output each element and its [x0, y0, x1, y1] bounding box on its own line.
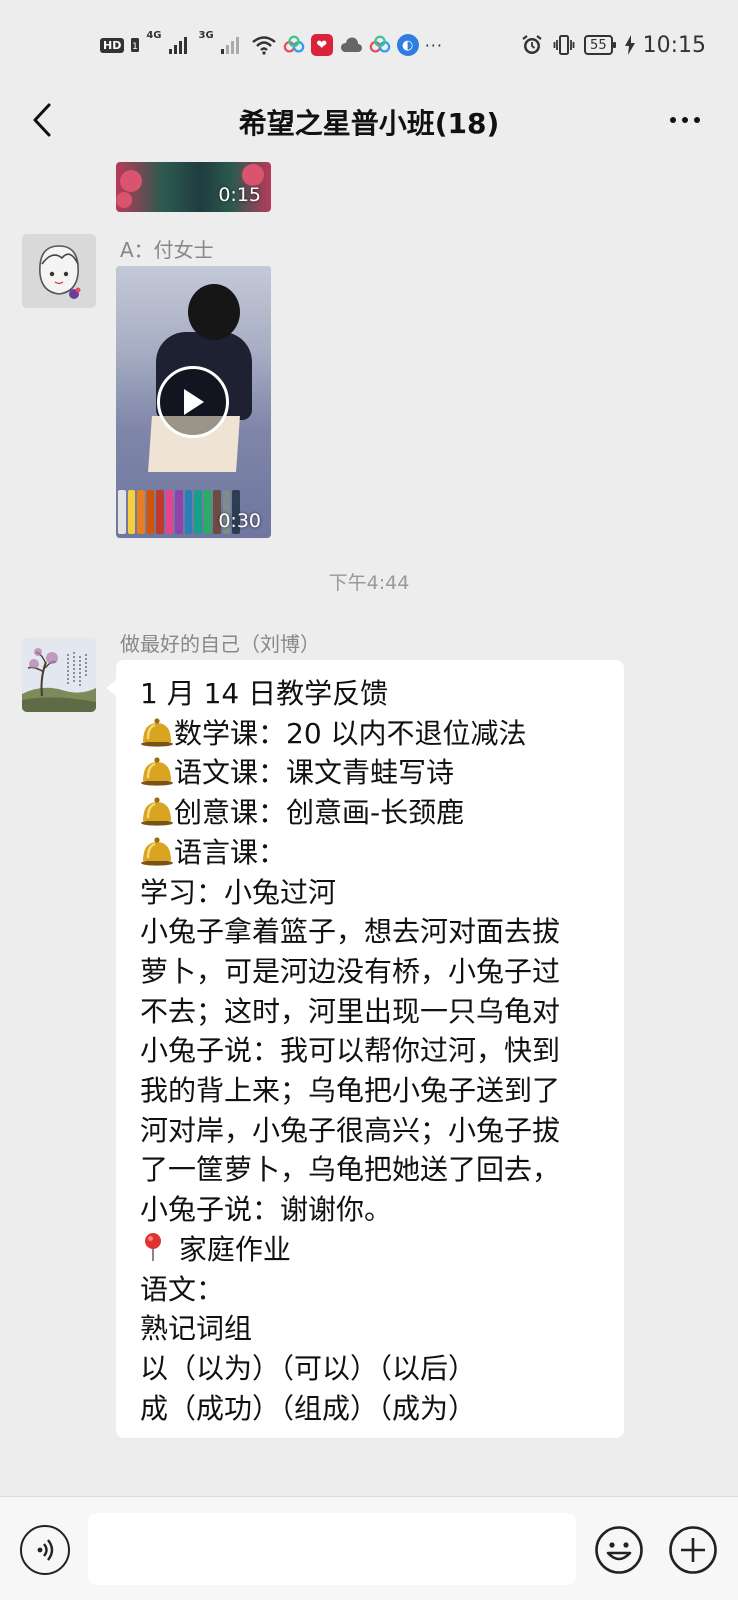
message-line: 萝卜，可是河边没有桥，小兔子过 — [140, 954, 561, 988]
app-icon — [369, 34, 391, 56]
voice-input-button[interactable] — [20, 1525, 70, 1575]
chat-title: 希望之星普小班(18) — [238, 107, 500, 140]
avatar[interactable] — [22, 234, 96, 308]
video-duration: 0:15 — [218, 184, 261, 206]
more-dots-icon: ··· — [424, 35, 443, 55]
hd-icon: HD — [100, 37, 125, 53]
message-line: 小兔子说：我可以帮你过河，快到 — [140, 1034, 561, 1068]
status-bar: HD 1 4G 3G ❤ ◐ ··· 55 10:15 — [0, 0, 738, 92]
avatar-image — [22, 638, 96, 712]
video-thumbnail-decoration — [116, 192, 132, 208]
message-line: 家庭作业 — [140, 1230, 606, 1270]
bell-icon — [141, 837, 173, 866]
more-dot — [670, 117, 676, 123]
video-thumbnail-decoration — [242, 164, 264, 186]
message-line: 不去；这时，河里出现一只乌龟对 — [140, 994, 561, 1028]
message-line: 成（成功）（组成）（成为） — [140, 1391, 477, 1425]
status-right: 55 10:15 — [520, 30, 706, 60]
message-line: 了一筐萝卜，乌龟把她送了回去， — [140, 1153, 561, 1187]
pin-icon — [145, 1232, 161, 1261]
cloud-icon — [339, 37, 363, 53]
video-thumbnail-decoration — [120, 170, 142, 192]
message-line: 数学课：20 以内不退位减法 — [140, 714, 606, 754]
sim1-network-label: 4G — [146, 30, 162, 41]
message-line: 以（以为）（可以）（以后） — [140, 1351, 477, 1385]
avatar[interactable] — [22, 638, 96, 712]
app-icon: ◐ — [396, 34, 419, 56]
sim2-network-label: 3G — [198, 30, 214, 41]
alarm-icon — [520, 33, 544, 57]
video-duration: 0:30 — [218, 510, 261, 532]
text-message-bubble[interactable]: 1 月 14 日教学反馈 数学课：20 以内不退位减法 语文课：课文青蛙写诗 创… — [106, 660, 624, 1439]
app-icon — [283, 34, 305, 56]
bell-icon — [141, 757, 173, 787]
battery-icon: 55 — [584, 35, 616, 55]
sender-name: 做最好的自己（刘博） — [120, 632, 320, 656]
message-line: 语言课： — [140, 833, 606, 873]
message-line: 1 月 14 日教学反馈 — [140, 677, 389, 710]
message-input-bar — [0, 1496, 738, 1600]
wifi-icon — [251, 35, 277, 55]
message-line: 我的背上来；乌龟把小兔子送到了 — [140, 1074, 561, 1108]
svg-text:1: 1 — [132, 42, 138, 52]
bell-icon — [141, 797, 173, 826]
play-icon — [184, 389, 204, 415]
message-line: 语文课：课文青蛙写诗 — [140, 753, 606, 793]
message-line: 创意课：创意画-长颈鹿 — [140, 793, 606, 833]
video-thumbnail-decoration — [188, 284, 240, 340]
emoji-button[interactable] — [594, 1525, 644, 1575]
emoji-icon — [595, 1526, 643, 1574]
status-left: HD 1 4G 3G ❤ ◐ ··· — [100, 30, 443, 60]
video-message[interactable]: 0:15 — [116, 162, 271, 212]
vibrate-icon — [552, 33, 576, 57]
more-features-button[interactable] — [668, 1525, 718, 1575]
status-time: 10:15 — [642, 32, 706, 58]
more-dot — [694, 117, 700, 123]
sender-name: A：付女士 — [120, 238, 214, 262]
signal-4g-icon — [168, 36, 187, 54]
play-button[interactable] — [157, 366, 229, 438]
chat-header: 希望之星普小班(18) — [0, 92, 738, 148]
message-input[interactable] — [88, 1513, 576, 1585]
message-timestamp: 下午4:44 — [328, 572, 410, 594]
sim-icon: 1 — [130, 37, 140, 53]
plus-icon — [669, 1526, 717, 1574]
signal-3g-icon — [220, 36, 239, 54]
more-dot — [682, 117, 688, 123]
message-line: 小兔子说：谢谢你。 — [140, 1193, 393, 1227]
message-line: 学习：小兔过河 — [140, 875, 337, 909]
message-line: 语文： — [140, 1272, 225, 1306]
more-options-button[interactable] — [660, 100, 710, 140]
avatar-image — [22, 234, 96, 308]
message-line: 熟记词组 — [140, 1312, 253, 1346]
charging-icon — [624, 35, 635, 55]
chat-message-list[interactable]: 0:15 A：付女士 0:30 下午4:44 做最好的自己（刘博） 1 月 14… — [0, 148, 738, 1496]
message-line: 河对岸，小兔子很高兴；小兔子拔 — [140, 1113, 561, 1147]
voice-icon — [37, 1539, 54, 1561]
video-message[interactable]: 0:30 — [116, 266, 271, 538]
app-icon: ❤ — [310, 34, 333, 56]
bell-icon — [141, 718, 173, 747]
message-line: 小兔子拿着篮子，想去河对面去拔 — [140, 915, 561, 949]
